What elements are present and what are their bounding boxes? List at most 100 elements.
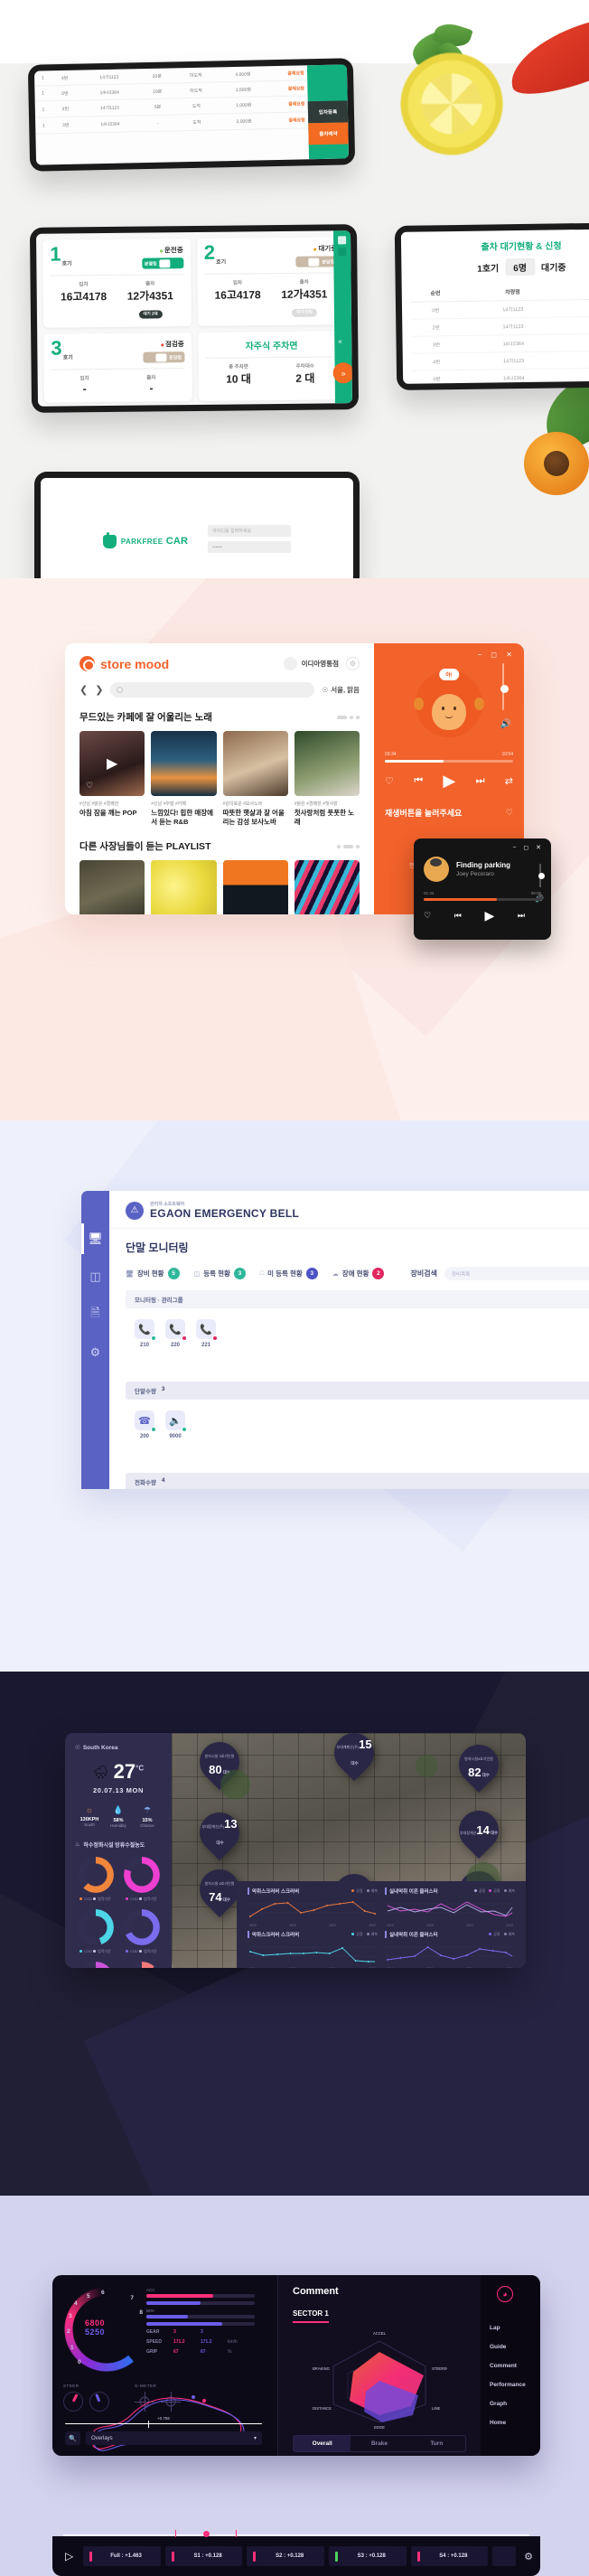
lift-card-1[interactable]: 1호기 운전중 분열링 입차 16고4178 출차 12가4351 대기 2대: [42, 239, 192, 328]
back-icon[interactable]: ❮: [79, 684, 88, 696]
overlays-select[interactable]: Overlays ▾: [86, 2431, 262, 2445]
playlist-card[interactable]: #상큼 #신나는 #동요 어린이들이 좋아하는 발랄한 동요모음: [151, 860, 217, 914]
map-pin[interactable]: 부대장계산14대수: [450, 1802, 507, 1859]
status-chip-unregistered[interactable]: □ 미 등록 현황 3: [260, 1268, 318, 1279]
timeline-knob[interactable]: [202, 2531, 210, 2537]
lap-chip-s1[interactable]: S1 : +0.128: [164, 2546, 243, 2566]
device-200[interactable]: ☎ 200: [135, 1410, 156, 1439]
shuffle-icon[interactable]: ⇄: [505, 775, 513, 787]
grid-icon[interactable]: [338, 236, 347, 245]
playlist-card[interactable]: #무드 #분위기 잔잔하고 분위기 있는 감성재즈: [79, 860, 145, 914]
square-icon[interactable]: [338, 248, 347, 257]
group-header-monitoring[interactable]: 모니터링 · 관리그룹: [126, 1290, 589, 1308]
previous-icon[interactable]: ⏮: [414, 775, 423, 787]
next-icon[interactable]: ⏭: [476, 775, 485, 787]
lift-toggle[interactable]: 분열링: [141, 258, 183, 269]
map-pin[interactable]: 방지시설 3호기인원 80대수: [192, 1734, 248, 1791]
progress-bar[interactable]: [424, 898, 541, 901]
tab-turn[interactable]: Turn: [408, 2436, 465, 2451]
sidebar-item-document[interactable]: 🗎: [81, 1296, 109, 1334]
playlist-card[interactable]: #밝은 #경쾌한 #첫사랑 첫사랑처럼 풋풋한 노래: [294, 731, 360, 827]
group-header-terminal-count[interactable]: 단말수량 3: [126, 1382, 589, 1400]
gear-icon[interactable]: ⚙: [346, 657, 360, 670]
device-221[interactable]: 📞 221: [196, 1319, 218, 1348]
sidebar-item-list[interactable]: ◫: [81, 1258, 109, 1296]
zoom-slider[interactable]: [65, 2420, 262, 2428]
table-row[interactable]: 2번14가1123대기중: [411, 315, 589, 337]
reserve-exit-button[interactable]: 출차예약: [308, 122, 349, 145]
table-row[interactable]: 0번14가1123출차중: [410, 298, 589, 320]
playlist-card[interactable]: ▶ ♡ #신남 #밝은 #경쾌한 아침 잠을 깨는 POP: [79, 731, 145, 827]
search-icon[interactable]: 🔍: [65, 2431, 80, 2445]
window-controls[interactable]: − ◻ ✕: [512, 844, 544, 851]
lift-card-3[interactable]: 3호기 점검중 운담침 입차 - 출차 -: [43, 333, 192, 403]
nav-item-guide[interactable]: Guide: [490, 2337, 540, 2356]
map-pin[interactable]: 부대장계산(주)13 대수: [192, 1804, 248, 1861]
sidebar-item-settings[interactable]: ⚙: [81, 1334, 109, 1372]
like-icon[interactable]: ♡: [424, 911, 431, 921]
play-icon[interactable]: ▷: [60, 2550, 79, 2562]
nav-item-comment[interactable]: Comment: [490, 2356, 540, 2375]
previous-icon[interactable]: ⏮: [454, 911, 462, 921]
lift-card-2[interactable]: 2호기 대기중 분담침 입차 16고4178 출차 12가4351 대기/진입: [196, 237, 346, 326]
tab-overall[interactable]: Overall: [294, 2436, 351, 2451]
device-9000[interactable]: 🔈 9000: [165, 1410, 187, 1439]
timeline-track[interactable]: [63, 2530, 529, 2537]
status-chip-equipment[interactable]: 🖥 장비 현황 5: [126, 1268, 180, 1279]
nav-item-graph[interactable]: Graph: [490, 2394, 540, 2413]
status-chip-registered[interactable]: ◫ 등록 현황 3: [194, 1268, 246, 1279]
nav-item-lap[interactable]: Lap: [490, 2318, 540, 2337]
lap-chip-s4[interactable]: S4 : +0.128: [410, 2546, 489, 2566]
playlist-card[interactable]: #여름 #시원한 #힙합 여름느낌이 나는 힙한 팝송 시리즈: [294, 860, 360, 914]
device-220[interactable]: 📞 220: [165, 1319, 187, 1348]
playlist-card[interactable]: #신남 #주말 #카페 느낌있다! 힙한 매장에서 듣는 R&B: [151, 731, 217, 827]
window-controls[interactable]: − ◻ ✕: [478, 651, 516, 659]
playlist-card[interactable]: #오후 #주말 #분위기 오후를 채우는 분위기송: [222, 860, 288, 914]
heart-icon[interactable]: ♡: [506, 808, 513, 818]
register-entry-button[interactable]: 입차등록: [307, 100, 349, 124]
lift-toggle[interactable]: 운담침: [142, 351, 185, 363]
map-pin[interactable]: 방지시설4호기인원 82대수: [450, 1736, 507, 1794]
table-row[interactable]: 4번14가1123대기중: [411, 350, 589, 371]
lap-chip-s3[interactable]: S3 : +0.128: [328, 2546, 407, 2566]
racing-logo-icon[interactable]: ◕: [497, 2286, 513, 2302]
gear-icon[interactable]: ⚙: [520, 2551, 533, 2562]
password-field[interactable]: ••••••: [208, 541, 292, 553]
table-row[interactable]: 0번14나2364대기중: [411, 367, 589, 384]
map-pin[interactable]: 부대계폐산(주)15 대수: [326, 1733, 383, 1782]
table-row[interactable]: 3번14나2364대기중: [411, 333, 589, 354]
lap-chip-full[interactable]: Full : +1.463: [83, 2546, 161, 2566]
group-header-phone-count[interactable]: 전화수량 4: [126, 1473, 589, 1489]
volume-knob[interactable]: [500, 685, 509, 693]
lap-chip-s2[interactable]: S2 : +0.128: [247, 2546, 324, 2566]
carousel-dots[interactable]: [337, 715, 360, 719]
progress-bar[interactable]: [385, 760, 513, 763]
id-field[interactable]: 아이디를 입력하세요: [208, 525, 292, 537]
play-icon[interactable]: ▶: [107, 754, 117, 773]
search-input[interactable]: [110, 682, 315, 698]
equipment-select[interactable]: 장비목록 ▾: [444, 1267, 589, 1280]
account-chip[interactable]: 이디아영통점: [283, 657, 339, 670]
play-icon[interactable]: ▶: [443, 772, 455, 791]
lift-toggle[interactable]: 분담침: [295, 256, 338, 267]
next-icon[interactable]: ⏭: [518, 911, 525, 921]
nav-item-performance[interactable]: Performance: [490, 2375, 540, 2394]
like-icon[interactable]: ♡: [385, 775, 394, 787]
play-icon[interactable]: ▶: [484, 908, 494, 923]
status-chip-fault[interactable]: ☁ 장애 현황 2: [332, 1268, 385, 1279]
sidebar-item-monitor[interactable]: 🖥: [81, 1220, 109, 1258]
device-210[interactable]: 📞 210: [135, 1319, 156, 1348]
volume-knob[interactable]: [538, 873, 545, 879]
zoom-handle[interactable]: [147, 2420, 150, 2428]
collapse-icon[interactable]: «: [338, 337, 342, 345]
selfpark-card[interactable]: 자주식 주차면 총 주차면 10 대 주차대수 2 대: [197, 331, 346, 401]
storemood-logo[interactable]: store mood: [79, 656, 169, 671]
forward-icon[interactable]: ❯: [95, 684, 103, 696]
tab-brake[interactable]: Brake: [351, 2436, 407, 2451]
expand-fab-icon[interactable]: »: [332, 362, 352, 384]
heart-icon[interactable]: ♡: [86, 781, 93, 791]
volume-icon[interactable]: 🔊: [500, 719, 511, 729]
playlist-card[interactable]: #감미로운 #보사노바 따뜻한 햇살과 잘 어울리는 감성 보사노바: [222, 731, 288, 827]
nav-item-home[interactable]: Home: [490, 2413, 540, 2432]
carousel-dots[interactable]: [337, 844, 360, 848]
